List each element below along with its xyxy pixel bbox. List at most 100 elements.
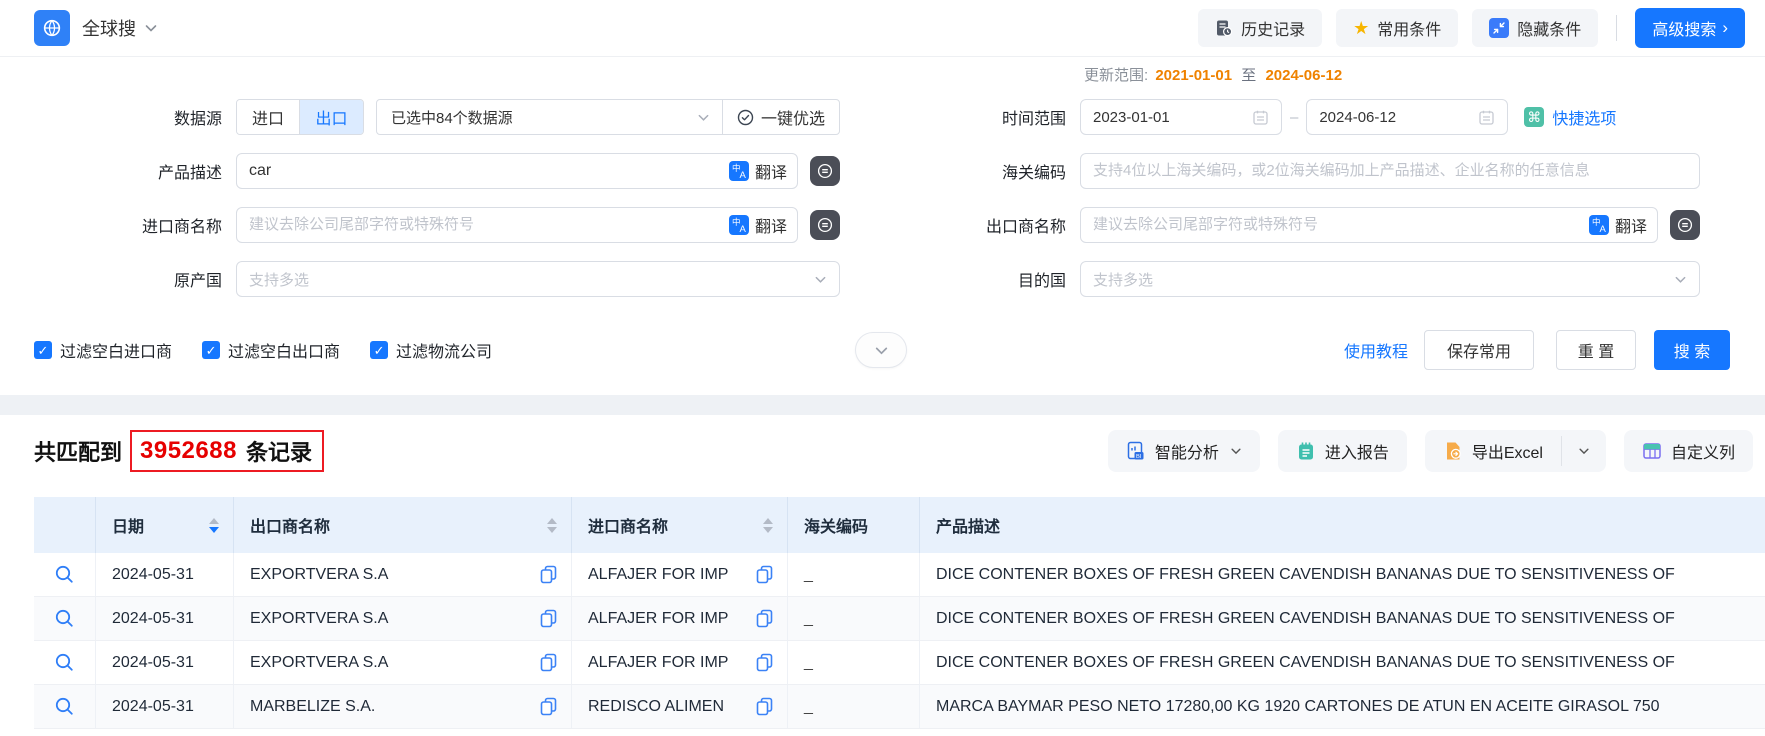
search-button[interactable]: 搜 索 (1654, 330, 1730, 370)
filter-blank-exporter-checkbox[interactable]: ✓ 过滤空白出口商 (202, 338, 340, 362)
export-excel-split-button: 导出Excel (1425, 430, 1606, 472)
tab-import[interactable]: 进口 (237, 100, 300, 134)
row-search-icon[interactable] (54, 564, 75, 585)
export-excel-button[interactable]: 导出Excel (1425, 430, 1561, 472)
tab-export[interactable]: 出口 (300, 100, 363, 134)
origin-country-select[interactable]: 支持多选 (236, 261, 840, 297)
cell-description: DICE CONTENER BOXES OF FRESH GREEN CAVEN… (920, 597, 1765, 640)
chevron-right-icon: › (1722, 18, 1728, 38)
columns-icon (1642, 441, 1662, 461)
results-table: 日期 出口商名称 进口商名称 (34, 497, 1765, 729)
quick-options-label: 快捷选项 (1552, 105, 1616, 129)
cell-hs-code: _ (788, 685, 920, 728)
history-button[interactable]: 历史记录 (1198, 9, 1322, 47)
match-mode-toggle[interactable] (1670, 210, 1700, 240)
table-row: 2024-05-31 EXPORTVERA S.A ALFAJER FOR IM… (34, 597, 1765, 641)
search-form: 更新范围: 2021-01-01 至 2024-06-12 数据源 进口 出口 … (0, 57, 1765, 395)
cell-exporter: EXPORTVERA S.A (250, 654, 388, 672)
translate-button[interactable]: 中A 翻译 (1589, 208, 1647, 242)
translate-button[interactable]: 中A 翻译 (729, 154, 787, 188)
app-logo[interactable] (34, 10, 70, 46)
translate-button[interactable]: 中A 翻译 (729, 208, 787, 242)
data-source-select[interactable]: 已选中84个数据源 (377, 107, 513, 128)
custom-columns-button[interactable]: 自定义列 (1624, 430, 1753, 472)
sort-date-control[interactable] (209, 518, 219, 533)
form-actions: 使用教程 保存常用 重 置 搜 索 (1344, 330, 1730, 370)
save-conditions-button[interactable]: 保存常用 (1424, 330, 1534, 370)
enter-report-label: 进入报告 (1325, 439, 1389, 463)
collapse-icon (1489, 18, 1509, 38)
table-row: 2024-05-31 EXPORTVERA S.A ALFAJER FOR IM… (34, 553, 1765, 597)
cell-exporter: EXPORTVERA S.A (250, 610, 388, 628)
sort-exporter-control[interactable] (547, 518, 557, 533)
copy-icon[interactable] (540, 609, 557, 628)
update-range-end: 2024-06-12 (1265, 67, 1342, 84)
cell-hs-code: _ (788, 597, 920, 640)
copy-icon[interactable] (756, 653, 773, 672)
destination-country-label: 目的国 (884, 267, 1066, 291)
table-header: 日期 出口商名称 进口商名称 (34, 497, 1765, 553)
match-suffix: 条记录 (246, 435, 312, 467)
header-importer-label: 进口商名称 (588, 513, 668, 537)
smart-analysis-button[interactable]: BI 智能分析 (1108, 430, 1260, 472)
product-desc-input[interactable] (249, 162, 785, 180)
section-divider (0, 395, 1765, 415)
importer-name-label: 进口商名称 (34, 213, 222, 237)
cell-description: DICE CONTENER BOXES OF FRESH GREEN CAVEN… (920, 641, 1765, 684)
tutorial-link[interactable]: 使用教程 (1344, 338, 1408, 362)
translate-label: 翻译 (755, 213, 787, 237)
chevron-down-icon[interactable] (697, 111, 710, 124)
importer-name-input[interactable] (249, 216, 785, 234)
checkbox-checked-icon: ✓ (202, 341, 220, 359)
row-search-icon[interactable] (54, 608, 75, 629)
row-search-icon[interactable] (54, 652, 75, 673)
date-end-input[interactable]: 2024-06-12 (1306, 99, 1508, 135)
history-icon (1215, 19, 1233, 37)
quick-options-button[interactable]: ⌘ 快捷选项 (1524, 105, 1616, 129)
copy-icon[interactable] (756, 565, 773, 584)
copy-icon[interactable] (540, 565, 557, 584)
history-label: 历史记录 (1241, 16, 1305, 40)
origin-country-label: 原产国 (34, 267, 222, 291)
exporter-name-input[interactable] (1093, 216, 1645, 234)
export-options-chevron[interactable] (1562, 430, 1606, 472)
filter-logistics-checkbox[interactable]: ✓ 过滤物流公司 (370, 338, 492, 362)
command-icon: ⌘ (1524, 107, 1544, 127)
match-mode-toggle[interactable] (810, 156, 840, 186)
row-search-icon[interactable] (54, 696, 75, 717)
translate-icon: 中A (1589, 215, 1609, 235)
one-click-optimize-button[interactable]: 一键优选 (723, 105, 839, 129)
advanced-search-button[interactable]: 高级搜索 › (1635, 8, 1745, 48)
date-start-input[interactable]: 2023-01-01 (1080, 99, 1282, 135)
hide-conditions-button[interactable]: 隐藏条件 (1472, 9, 1598, 47)
copy-icon[interactable] (540, 697, 557, 716)
results-section: 共匹配到 3952688 条记录 BI 智能分析 (0, 415, 1765, 729)
sort-importer-control[interactable] (763, 518, 773, 533)
header-exporter: 出口商名称 (234, 497, 572, 553)
copy-icon[interactable] (756, 609, 773, 628)
cell-date: 2024-05-31 (96, 553, 234, 596)
app-switcher-chevron-icon[interactable] (144, 21, 158, 35)
filter-blank-importer-checkbox[interactable]: ✓ 过滤空白进口商 (34, 338, 172, 362)
collapse-form-button[interactable] (855, 332, 907, 368)
enter-report-button[interactable]: 进入报告 (1278, 430, 1407, 472)
copy-icon[interactable] (540, 653, 557, 672)
translate-label: 翻译 (1615, 213, 1647, 237)
filter-label: 过滤空白进口商 (60, 338, 172, 362)
one-click-optimize-label: 一键优选 (761, 105, 825, 129)
copy-icon[interactable] (756, 697, 773, 716)
cell-description: DICE CONTENER BOXES OF FRESH GREEN CAVEN… (920, 553, 1765, 596)
time-range-label: 时间范围 (884, 105, 1066, 129)
destination-country-select[interactable]: 支持多选 (1080, 261, 1700, 297)
update-range-start: 2021-01-01 (1155, 67, 1232, 84)
checkbox-checked-icon: ✓ (370, 341, 388, 359)
favorites-button[interactable]: ★ 常用条件 (1336, 9, 1458, 47)
header-date: 日期 (96, 497, 234, 553)
match-mode-toggle[interactable] (810, 210, 840, 240)
reset-button[interactable]: 重 置 (1556, 330, 1636, 370)
divider (1616, 15, 1617, 41)
cell-exporter: MARBELIZE S.A. (250, 698, 375, 716)
hs-code-input[interactable] (1093, 162, 1687, 180)
hide-conditions-label: 隐藏条件 (1517, 16, 1581, 40)
export-excel-label: 导出Excel (1472, 439, 1543, 463)
